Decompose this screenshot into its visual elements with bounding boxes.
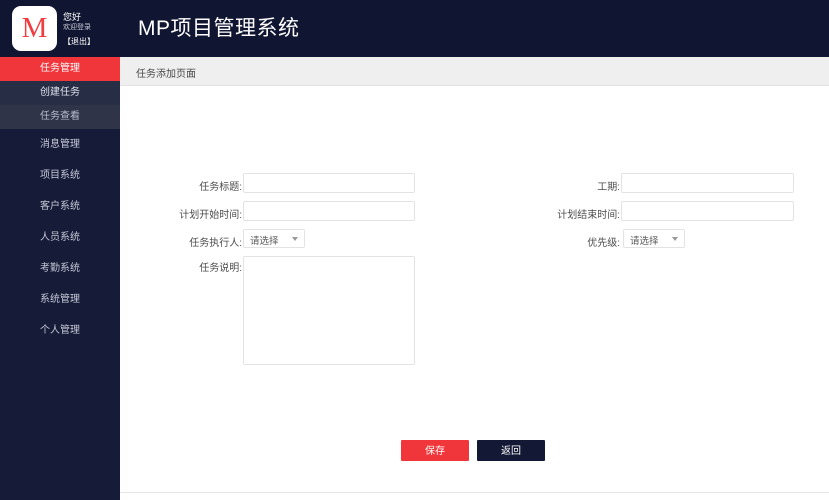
logout-link[interactable]: 【退出】: [63, 35, 121, 48]
sidebar-item-message-management[interactable]: 消息管理: [0, 129, 120, 160]
label-plan-start: 计划开始时间:: [179, 210, 242, 221]
page-title: MP项目管理系统: [138, 17, 300, 40]
executor-select[interactable]: 请选择: [243, 229, 305, 248]
task-title-input[interactable]: [243, 173, 415, 193]
chevron-down-icon: [292, 237, 298, 241]
greeting-subtext: 欢迎登录: [63, 24, 91, 31]
label-description: 任务说明:: [199, 263, 242, 274]
duration-input[interactable]: [621, 173, 794, 193]
label-task-title: 任务标题:: [199, 182, 242, 193]
sidebar-item-project-system[interactable]: 项目系统: [0, 160, 120, 191]
form-actions: 保存 返回: [120, 440, 829, 462]
chevron-down-icon: [672, 237, 678, 241]
sidebar-nav: 任务管理 创建任务 任务查看 消息管理 项目系统 客户系统 人员系统 考勤系统 …: [0, 57, 120, 500]
plan-end-input[interactable]: [621, 201, 794, 221]
app-logo: M: [12, 6, 57, 51]
breadcrumb: 任务添加页面: [136, 69, 196, 80]
app-root: M 您好 欢迎登录 【退出】 MP项目管理系统 任务管理 创建任务 任务查看 消…: [0, 0, 829, 500]
sidebar-item-personal-management[interactable]: 个人管理: [0, 315, 120, 346]
sidebar-item-task-management[interactable]: 任务管理: [0, 57, 120, 81]
sidebar-item-create-task[interactable]: 创建任务: [0, 81, 120, 105]
sidebar-item-view-task[interactable]: 任务查看: [0, 105, 120, 129]
task-add-form: 任务标题: 工期: 计划开始时间: 计划结束时间: 任务执行人: 请选择 优先级…: [120, 87, 829, 493]
plan-start-input[interactable]: [243, 201, 415, 221]
back-button[interactable]: 返回: [477, 440, 545, 461]
sidebar-item-personnel-system[interactable]: 人员系统: [0, 222, 120, 253]
executor-select-value: 请选择: [250, 236, 279, 247]
sidebar-item-system-management[interactable]: 系统管理: [0, 284, 120, 315]
description-textarea[interactable]: [243, 256, 415, 365]
sidebar-item-customer-system[interactable]: 客户系统: [0, 191, 120, 222]
brand-block: M 您好 欢迎登录 【退出】: [0, 0, 120, 57]
priority-select[interactable]: 请选择: [623, 229, 685, 248]
main-content: 任务添加页面 任务标题: 工期: 计划开始时间: 计划结束时间: 任务执行人: …: [120, 57, 829, 500]
footer-divider: [120, 492, 829, 493]
label-priority: 优先级:: [587, 238, 620, 249]
sidebar-item-attendance-system[interactable]: 考勤系统: [0, 253, 120, 284]
breadcrumb-bar: 任务添加页面: [120, 57, 829, 86]
label-executor: 任务执行人:: [189, 238, 242, 249]
user-greeting-block: 您好 欢迎登录 【退出】: [63, 12, 121, 48]
logo-letter: M: [21, 12, 48, 44]
top-header: M 您好 欢迎登录 【退出】 MP项目管理系统: [0, 0, 829, 57]
label-plan-end: 计划结束时间:: [557, 210, 620, 221]
priority-select-value: 请选择: [630, 236, 659, 247]
label-duration: 工期:: [597, 182, 620, 193]
greeting-text: 您好: [63, 12, 82, 22]
save-button[interactable]: 保存: [401, 440, 469, 461]
